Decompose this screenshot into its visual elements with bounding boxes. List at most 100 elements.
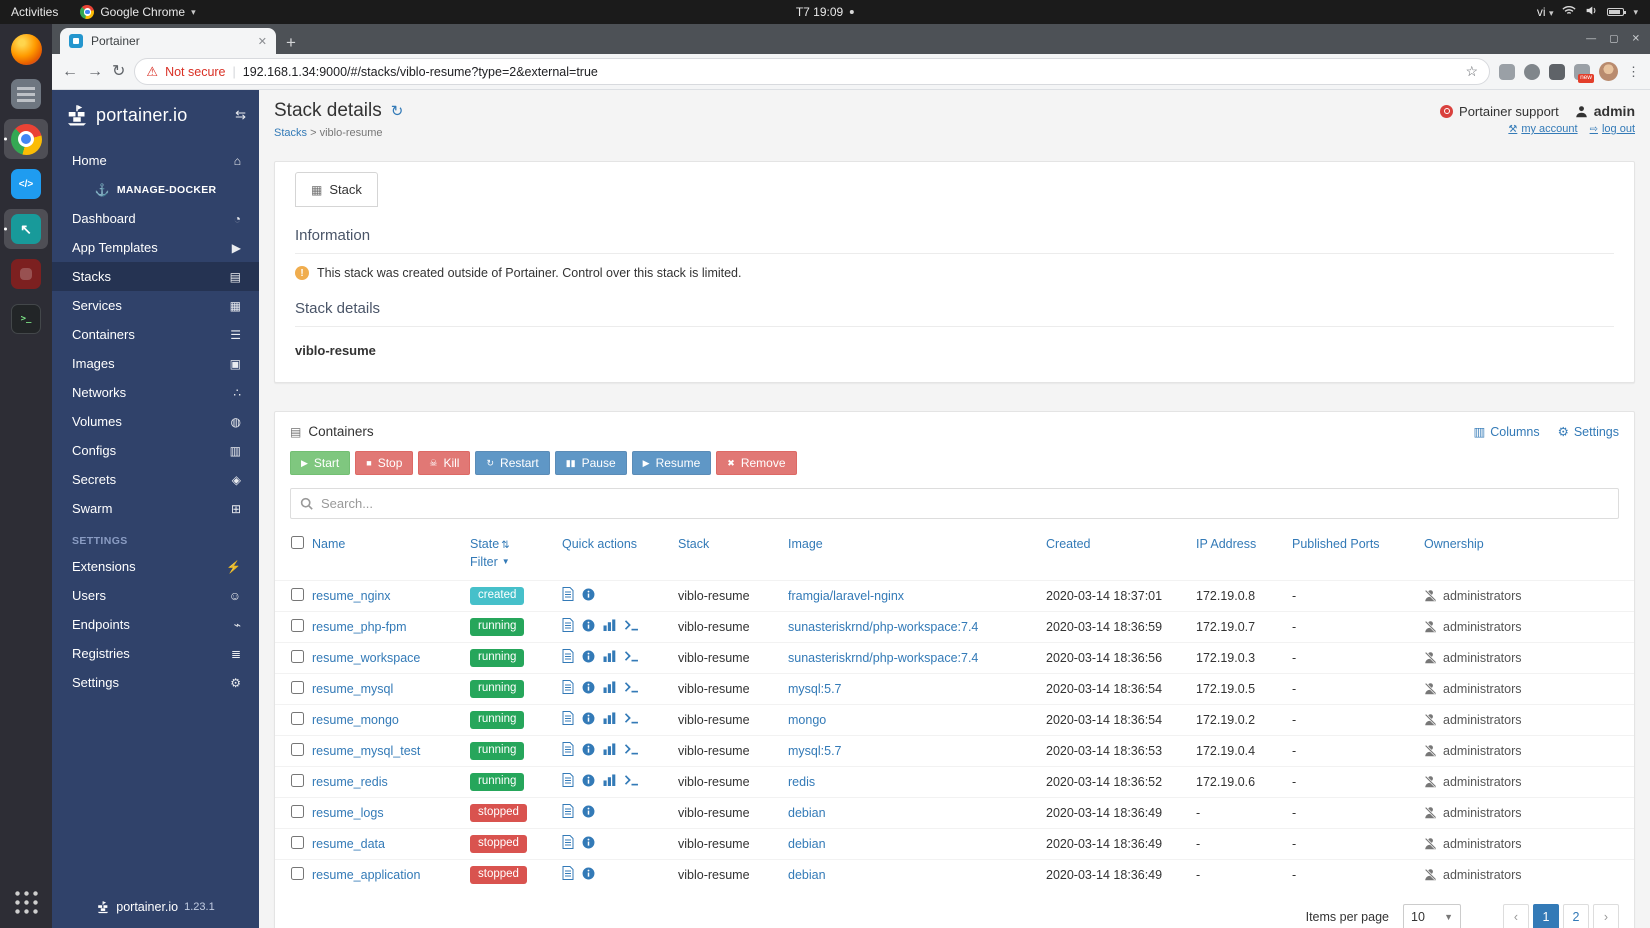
container-name-link[interactable]: resume_logs xyxy=(312,806,384,820)
dock-files[interactable] xyxy=(4,74,48,114)
sidebar-item-extensions[interactable]: Extensions ⚡ xyxy=(52,552,259,581)
filter-funnel-icon[interactable]: ▼ xyxy=(502,557,510,568)
image-link[interactable]: framgia/laravel-nginx xyxy=(788,589,904,603)
sort-icon[interactable]: ⇅ xyxy=(501,540,509,551)
image-link[interactable]: debian xyxy=(788,837,826,851)
sidebar-item-users[interactable]: Users ☺ xyxy=(52,581,259,610)
row-checkbox[interactable] xyxy=(291,680,304,694)
stats-icon[interactable] xyxy=(603,743,616,756)
browser-tab-portainer[interactable]: Portainer ✕ xyxy=(60,28,276,54)
stop-button[interactable]: ■ Stop xyxy=(355,451,414,475)
system-menu-caret-icon[interactable]: ▾ xyxy=(1633,7,1638,18)
portainer-support-link[interactable]: Portainer support xyxy=(1440,104,1559,119)
sidebar-item-settings[interactable]: Settings ⚙ xyxy=(52,668,259,697)
inspect-icon[interactable] xyxy=(582,681,595,694)
sidebar-item-images[interactable]: Images ▣ xyxy=(52,349,259,378)
container-name-link[interactable]: resume_redis xyxy=(312,775,388,789)
url-text[interactable]: 192.168.1.34:9000/#/stacks/viblo-resume?… xyxy=(243,65,1459,79)
container-name-link[interactable]: resume_mongo xyxy=(312,713,399,727)
dock-vscode[interactable]: </> xyxy=(4,164,48,204)
sidebar-item-home[interactable]: Home ⌂ xyxy=(52,146,259,175)
reload-button[interactable]: ↻ xyxy=(112,63,125,80)
back-button[interactable]: ← xyxy=(62,63,78,80)
image-link[interactable]: debian xyxy=(788,868,826,882)
image-link[interactable]: mysql:5.7 xyxy=(788,682,842,696)
logs-icon[interactable] xyxy=(562,618,574,633)
window-close-button[interactable]: ✕ xyxy=(1632,34,1640,45)
page-button-1[interactable]: 1 xyxy=(1533,904,1559,928)
window-maximize-button[interactable]: ▢ xyxy=(1609,34,1618,45)
console-icon[interactable] xyxy=(624,774,639,786)
start-button[interactable]: ▶ Start xyxy=(290,451,351,475)
header-state[interactable]: State ⇅ Filter ▼ xyxy=(470,527,562,580)
container-name-link[interactable]: resume_application xyxy=(312,868,420,882)
image-link[interactable]: mysql:5.7 xyxy=(788,744,842,758)
logs-icon[interactable] xyxy=(562,804,574,819)
tab-stack[interactable]: ▦ Stack xyxy=(295,172,378,207)
inspect-icon[interactable] xyxy=(582,712,595,725)
security-warning-icon[interactable]: ⚠ xyxy=(146,65,158,78)
page-button-2[interactable]: 2 xyxy=(1563,904,1589,928)
profile-avatar[interactable] xyxy=(1599,62,1618,81)
extension-icon[interactable]: new xyxy=(1574,63,1594,83)
row-checkbox[interactable] xyxy=(291,711,304,725)
sidebar-item-dashboard[interactable]: Dashboard ◔ xyxy=(52,204,259,233)
kill-button[interactable]: ☠ Kill xyxy=(418,451,471,475)
remove-button[interactable]: ✖ Remove xyxy=(716,451,797,475)
battery-icon[interactable] xyxy=(1607,8,1627,16)
console-icon[interactable] xyxy=(624,650,639,662)
activities-button[interactable]: Activities xyxy=(0,0,69,24)
logs-icon[interactable] xyxy=(562,835,574,850)
inspect-icon[interactable] xyxy=(582,836,595,849)
app-menu-button[interactable]: Google Chrome ▾ xyxy=(69,0,206,24)
inspect-icon[interactable] xyxy=(582,619,595,632)
inspect-icon[interactable] xyxy=(582,588,595,601)
logout-link[interactable]: ⇨ log out xyxy=(1590,123,1635,135)
console-icon[interactable] xyxy=(624,712,639,724)
sidebar-collapse-icon[interactable]: ⇆ xyxy=(235,107,246,123)
inspect-icon[interactable] xyxy=(582,805,595,818)
console-icon[interactable] xyxy=(624,619,639,631)
prev-page-button[interactable]: ‹ xyxy=(1503,904,1529,928)
sidebar-item-networks[interactable]: Networks ∴ xyxy=(52,378,259,407)
extension-icon[interactable] xyxy=(1549,63,1565,80)
tab-close-icon[interactable]: ✕ xyxy=(258,35,267,48)
user-menu[interactable]: admin xyxy=(1575,103,1635,119)
container-name-link[interactable]: resume_nginx xyxy=(312,589,391,603)
inspect-icon[interactable] xyxy=(582,774,595,787)
bookmark-star-icon[interactable]: ☆ xyxy=(1465,63,1478,80)
container-name-link[interactable]: resume_data xyxy=(312,837,385,851)
console-icon[interactable] xyxy=(624,743,639,755)
dock-media-app[interactable] xyxy=(4,254,48,294)
columns-button[interactable]: ▥ Columns xyxy=(1473,424,1539,440)
sidebar-item-swarm[interactable]: Swarm ⊞ xyxy=(52,494,259,523)
logs-icon[interactable] xyxy=(562,711,574,726)
browser-menu-icon[interactable]: ⋮ xyxy=(1627,64,1640,80)
dock-screenshot-tool[interactable]: ↖ xyxy=(4,209,48,249)
container-name-link[interactable]: resume_mysql_test xyxy=(312,744,420,758)
volume-icon[interactable] xyxy=(1585,4,1598,20)
forward-button[interactable]: → xyxy=(87,63,103,80)
stats-icon[interactable] xyxy=(603,650,616,663)
breadcrumb-stacks-link[interactable]: Stacks xyxy=(274,127,307,139)
dock-google-chrome[interactable] xyxy=(4,119,48,159)
row-checkbox[interactable] xyxy=(291,866,304,880)
image-link[interactable]: debian xyxy=(788,806,826,820)
console-icon[interactable] xyxy=(624,681,639,693)
search-input[interactable] xyxy=(290,488,1619,519)
restart-button[interactable]: ↻ Restart xyxy=(475,451,550,475)
my-account-link[interactable]: ⚒ my account xyxy=(1508,123,1577,135)
select-all-checkbox[interactable] xyxy=(291,536,304,549)
logs-icon[interactable] xyxy=(562,742,574,757)
table-settings-button[interactable]: ⚙ Settings xyxy=(1558,424,1619,440)
sidebar-logo[interactable]: portainer.io ⇆ xyxy=(52,90,259,140)
window-minimize-button[interactable]: — xyxy=(1586,34,1596,45)
image-link[interactable]: sunasteriskrnd/php-workspace:7.4 xyxy=(788,620,978,634)
inspect-icon[interactable] xyxy=(582,743,595,756)
refresh-icon[interactable]: ↻ xyxy=(391,102,404,120)
image-link[interactable]: mongo xyxy=(788,713,826,727)
next-page-button[interactable]: › xyxy=(1593,904,1619,928)
row-checkbox[interactable] xyxy=(291,742,304,756)
inspect-icon[interactable] xyxy=(582,867,595,880)
container-name-link[interactable]: resume_mysql xyxy=(312,682,393,696)
